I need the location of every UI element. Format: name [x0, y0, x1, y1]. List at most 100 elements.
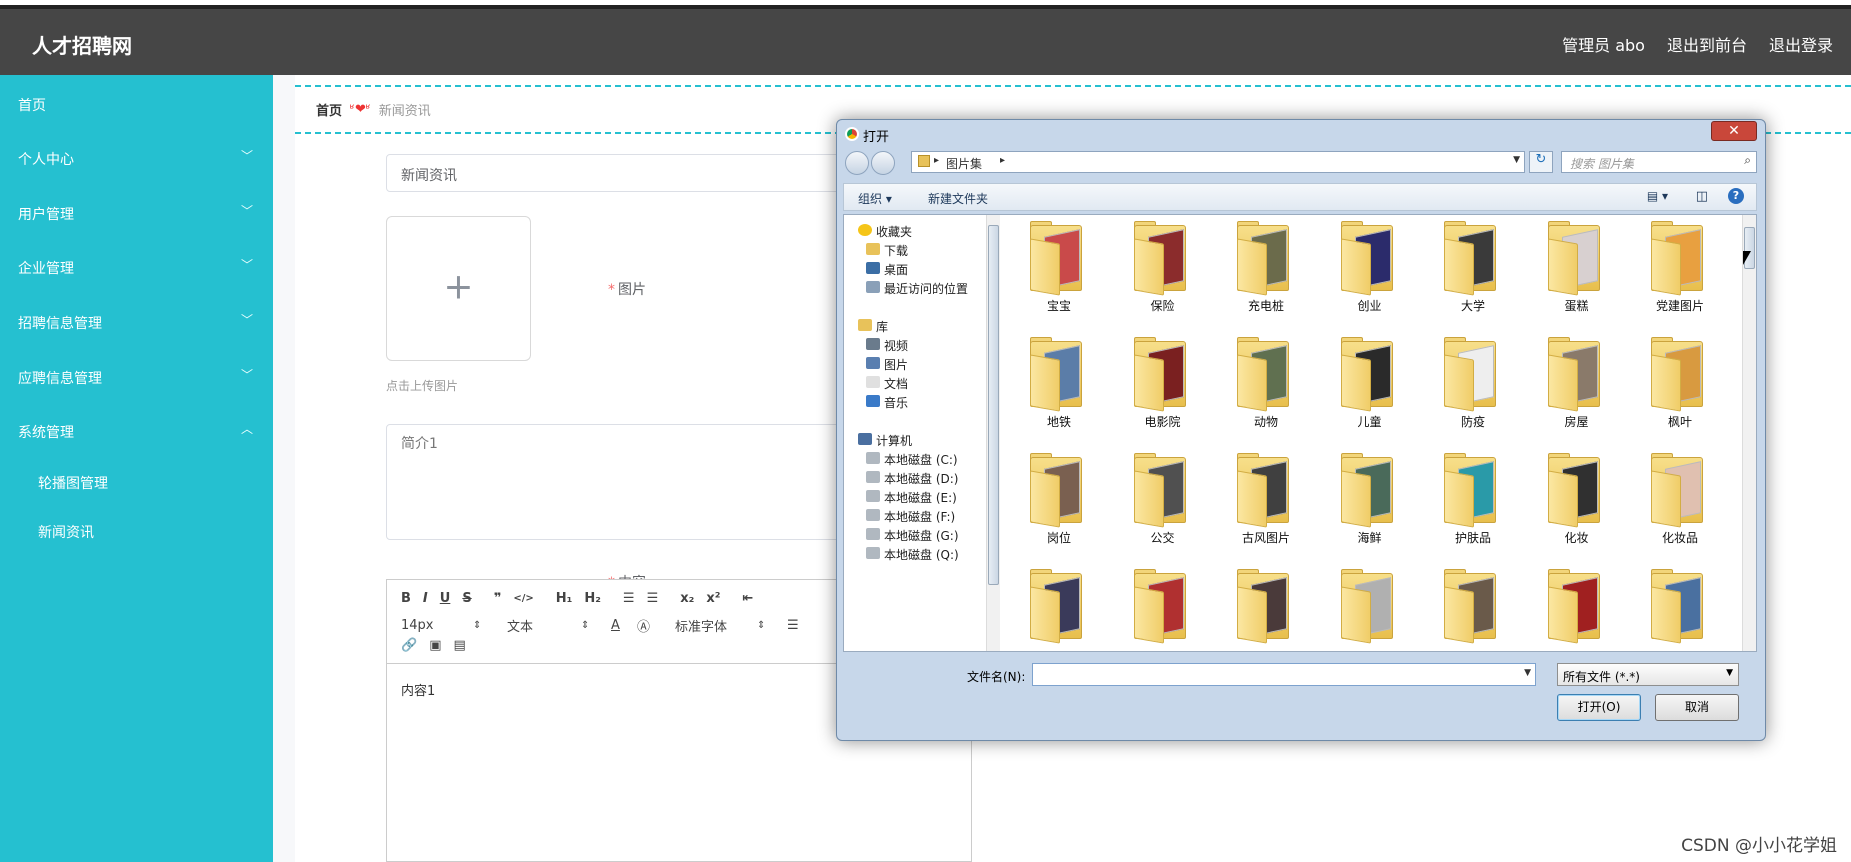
- nav-tree-item[interactable]: 本地磁盘 (D:): [844, 468, 984, 488]
- folder-item[interactable]: [1014, 567, 1104, 667]
- nav-tree-item[interactable]: 文档: [844, 373, 984, 393]
- link-button[interactable]: 🔗: [401, 638, 417, 653]
- folder-item[interactable]: 保险: [1118, 219, 1208, 319]
- filetype-select[interactable]: 所有文件 (*.*) ▼: [1557, 663, 1739, 686]
- nav-tree-item[interactable]: 桌面: [844, 259, 984, 279]
- code-button[interactable]: </>: [513, 593, 533, 604]
- folder-item[interactable]: 公交: [1118, 451, 1208, 551]
- background-color-button[interactable]: Ⓐ: [637, 616, 675, 635]
- nav-tree-item[interactable]: 视频: [844, 335, 984, 355]
- sidebar-item-system-management[interactable]: 系统管理 ︿: [0, 410, 273, 450]
- forward-button[interactable]: [871, 151, 895, 175]
- logout-link[interactable]: 退出登录: [1769, 32, 1833, 56]
- cancel-button[interactable]: 取消: [1655, 694, 1739, 721]
- new-folder-button[interactable]: 新建文件夹: [928, 190, 988, 207]
- image-insert-button[interactable]: ▣: [429, 638, 441, 653]
- nav-tree-item[interactable]: 下载: [844, 240, 984, 260]
- folder-item[interactable]: 充电桩: [1221, 219, 1311, 319]
- folder-item[interactable]: [1118, 567, 1208, 667]
- folder-item[interactable]: 蛋糕: [1532, 219, 1622, 319]
- folder-item[interactable]: 创业: [1325, 219, 1415, 319]
- subscript-button[interactable]: x₂: [680, 591, 694, 606]
- sidebar-item-application-management[interactable]: 应聘信息管理 ﹀: [0, 356, 273, 396]
- italic-button[interactable]: I: [423, 591, 428, 606]
- back-button[interactable]: [845, 151, 869, 175]
- outdent-button[interactable]: ⇤: [742, 591, 753, 606]
- sidebar-item-company-management[interactable]: 企业管理 ﹀: [0, 246, 273, 286]
- admin-user-link[interactable]: 管理员 abo: [1562, 32, 1645, 56]
- folder-item[interactable]: [1532, 567, 1622, 667]
- ordered-list-button[interactable]: ☰: [623, 591, 635, 606]
- folder-item[interactable]: 防疫: [1428, 335, 1518, 435]
- folder-item[interactable]: [1428, 567, 1518, 667]
- dropdown-arrow-icon[interactable]: ▼: [1513, 155, 1520, 165]
- folder-item[interactable]: [1635, 567, 1725, 667]
- sidebar-item-user-management[interactable]: 用户管理 ﹀: [0, 192, 273, 232]
- nav-tree-item[interactable]: 计算机: [844, 430, 984, 450]
- folder-item[interactable]: 大学: [1428, 219, 1518, 319]
- video-insert-button[interactable]: ▤: [453, 638, 465, 653]
- sidebar-item-personal-center[interactable]: 个人中心 ﹀: [0, 137, 273, 177]
- view-mode-icon[interactable]: ▤ ▾: [1647, 189, 1668, 203]
- folder-item[interactable]: 化妆品: [1635, 451, 1725, 551]
- folder-item[interactable]: 宝宝: [1014, 219, 1104, 319]
- sidebar-item-news[interactable]: 新闻资讯: [0, 510, 273, 550]
- font-family-select[interactable]: 标准字体: [675, 616, 757, 635]
- exit-to-frontend-link[interactable]: 退出到前台: [1667, 32, 1747, 56]
- align-button[interactable]: ☰: [787, 618, 799, 633]
- strike-button[interactable]: S: [462, 591, 471, 606]
- folder-item[interactable]: 儿童: [1325, 335, 1415, 435]
- scrollbar-thumb[interactable]: [988, 225, 999, 585]
- folder-item[interactable]: [1325, 567, 1415, 667]
- superscript-button[interactable]: x²: [706, 591, 720, 606]
- close-icon[interactable]: ✕: [1711, 121, 1757, 141]
- nav-tree-item[interactable]: 最近访问的位置: [844, 278, 984, 298]
- filename-input[interactable]: ▼: [1032, 663, 1536, 686]
- folder-item[interactable]: 动物: [1221, 335, 1311, 435]
- sidebar-item-recruitment-management[interactable]: 招聘信息管理 ﹀: [0, 301, 273, 341]
- folder-item[interactable]: 电影院: [1118, 335, 1208, 435]
- folder-item[interactable]: 海鲜: [1325, 451, 1415, 551]
- navigation-scrollbar[interactable]: [986, 215, 1000, 651]
- folder-item[interactable]: 护肤品: [1428, 451, 1518, 551]
- help-icon[interactable]: ?: [1728, 188, 1744, 204]
- nav-tree-item[interactable]: 本地磁盘 (G:): [844, 525, 984, 545]
- nav-tree-item[interactable]: 本地磁盘 (C:): [844, 449, 984, 469]
- sidebar-item-home[interactable]: 首页: [0, 83, 273, 123]
- folder-item[interactable]: 党建图片: [1635, 219, 1725, 319]
- h2-button[interactable]: H₂: [584, 591, 601, 606]
- nav-tree-item[interactable]: 本地磁盘 (F:): [844, 506, 984, 526]
- folder-item[interactable]: 古风图片: [1221, 451, 1311, 551]
- preview-pane-icon[interactable]: ◫: [1696, 189, 1708, 204]
- nav-tree-item[interactable]: 本地磁盘 (Q:): [844, 544, 984, 564]
- folder-item[interactable]: 地铁: [1014, 335, 1104, 435]
- dropdown-arrow-icon[interactable]: ▼: [1524, 668, 1531, 678]
- folder-item[interactable]: 岗位: [1014, 451, 1104, 551]
- font-size-select[interactable]: 14px: [401, 618, 473, 633]
- open-button[interactable]: 打开(O): [1557, 694, 1641, 721]
- nav-tree-item[interactable]: 收藏夹: [844, 221, 984, 241]
- search-input[interactable]: 搜索 图片集 ⌕: [1561, 151, 1757, 173]
- folder-item[interactable]: 化妆: [1532, 451, 1622, 551]
- editor-content[interactable]: 内容1: [401, 680, 435, 699]
- nav-tree-item[interactable]: 本地磁盘 (E:): [844, 487, 984, 507]
- bold-button[interactable]: B: [401, 591, 411, 606]
- nav-tree-item[interactable]: 音乐: [844, 392, 984, 412]
- blockquote-button[interactable]: ❞: [494, 591, 502, 606]
- folder-item[interactable]: 枫叶: [1635, 335, 1725, 435]
- text-type-select[interactable]: 文本: [507, 616, 581, 635]
- breadcrumb-home[interactable]: 首页: [316, 100, 342, 119]
- nav-tree-item[interactable]: 库: [844, 316, 984, 336]
- folder-item[interactable]: [1221, 567, 1311, 667]
- h1-button[interactable]: H₁: [556, 591, 573, 606]
- image-upload-box[interactable]: +: [386, 216, 531, 361]
- address-bar[interactable]: ▸ 图片集 ▸ ▼: [911, 151, 1525, 173]
- folder-item[interactable]: 房屋: [1532, 335, 1622, 435]
- font-color-button[interactable]: A: [611, 618, 637, 633]
- refresh-icon[interactable]: ↻: [1529, 151, 1553, 173]
- bullet-list-button[interactable]: ☰: [647, 591, 659, 606]
- nav-tree-item[interactable]: 图片: [844, 354, 984, 374]
- underline-button[interactable]: U: [440, 591, 451, 606]
- organize-button[interactable]: 组织 ▾: [858, 190, 892, 207]
- sidebar-item-carousel[interactable]: 轮播图管理: [0, 461, 273, 501]
